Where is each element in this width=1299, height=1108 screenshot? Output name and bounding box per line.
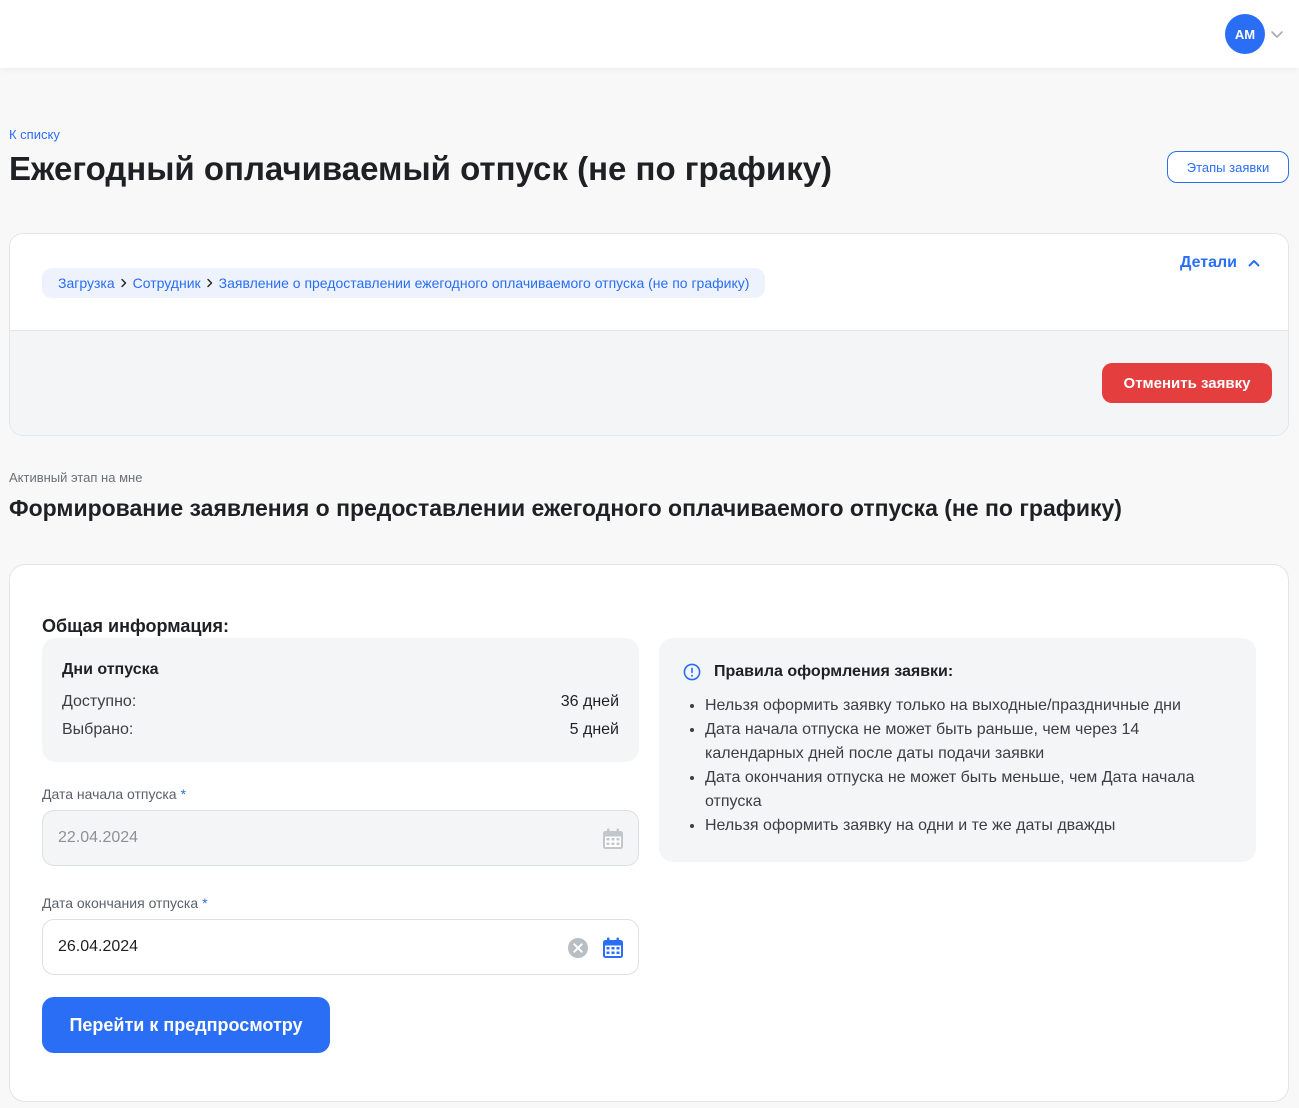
details-header: Загрузка Сотрудник Заявление о предостав… <box>10 234 1288 331</box>
chevron-right-icon <box>120 278 126 288</box>
rule-item: Нельзя оформить заявку только на выходны… <box>705 694 1235 718</box>
form-card: Общая информация: Дни отпуска Доступно: … <box>9 564 1289 1102</box>
breadcrumb-item[interactable]: Загрузка <box>58 275 115 291</box>
vacation-days-panel: Дни отпуска Доступно: 36 дней Выбрано: 5… <box>42 638 639 762</box>
stage-caption: Активный этап на мне <box>9 470 143 485</box>
rules-list: Нельзя оформить заявку только на выходны… <box>705 694 1235 838</box>
section-title: Общая информация: <box>42 616 229 636</box>
details-actions: Отменить заявку <box>10 331 1288 435</box>
start-date-field <box>42 810 639 866</box>
selected-days-row: Выбрано: 5 дней <box>62 721 619 739</box>
details-card: Загрузка Сотрудник Заявление о предостав… <box>9 233 1289 436</box>
end-date-label-text: Дата окончания отпуска <box>42 895 199 911</box>
required-mark: * <box>180 786 187 802</box>
request-stages-button[interactable]: Этапы заявки <box>1167 151 1289 183</box>
details-toggle[interactable]: Детали <box>1180 254 1261 272</box>
clear-icon[interactable] <box>567 937 589 959</box>
top-bar: АМ <box>0 0 1299 68</box>
cancel-request-button[interactable]: Отменить заявку <box>1102 363 1272 403</box>
chevron-up-icon <box>1248 260 1260 267</box>
go-to-preview-button[interactable]: Перейти к предпросмотру <box>42 997 330 1053</box>
available-days-label: Доступно: <box>62 693 137 710</box>
user-avatar[interactable]: АМ <box>1225 14 1265 54</box>
chevron-right-icon <box>206 278 212 288</box>
end-date-field <box>42 919 639 975</box>
info-icon <box>683 663 701 681</box>
rules-title: Правила оформления заявки: <box>714 663 954 680</box>
details-toggle-label: Детали <box>1180 254 1238 271</box>
required-mark: * <box>202 895 208 911</box>
back-to-list-link[interactable]: К списку <box>9 127 60 142</box>
rule-item: Дата начала отпуска не может быть раньше… <box>705 718 1235 766</box>
rule-item: Дата окончания отпуска не может быть мен… <box>705 766 1235 814</box>
chevron-down-icon[interactable] <box>1269 26 1285 42</box>
rules-header: Правила оформления заявки: <box>683 663 953 681</box>
vacation-days-title: Дни отпуска <box>62 661 159 678</box>
available-days-row: Доступно: 36 дней <box>62 693 619 711</box>
end-date-input[interactable] <box>58 920 518 974</box>
calendar-icon[interactable] <box>601 936 625 960</box>
start-date-input <box>58 811 518 865</box>
avatar-initials: АМ <box>1234 26 1256 42</box>
start-date-label: Дата начала отпуска * <box>42 786 186 802</box>
available-days-value: 36 дней <box>560 693 619 710</box>
end-date-label: Дата окончания отпуска * <box>42 895 208 911</box>
selected-days-label: Выбрано: <box>62 721 134 738</box>
breadcrumb-item[interactable]: Заявление о предоставлении ежегодного оп… <box>219 275 750 291</box>
calendar-icon <box>603 828 623 849</box>
page-title: Ежегодный оплачиваемый отпуск (не по гра… <box>9 150 833 187</box>
breadcrumb-item[interactable]: Сотрудник <box>133 275 201 291</box>
rule-item: Нельзя оформить заявку на одни и те же д… <box>705 814 1235 838</box>
rules-panel: Правила оформления заявки: Нельзя оформи… <box>659 638 1256 862</box>
breadcrumb: Загрузка Сотрудник Заявление о предостав… <box>42 268 766 298</box>
stage-title: Формирование заявления о предоставлении … <box>9 495 1122 521</box>
start-date-label-text: Дата начала отпуска <box>42 786 177 802</box>
selected-days-value: 5 дней <box>569 721 619 738</box>
